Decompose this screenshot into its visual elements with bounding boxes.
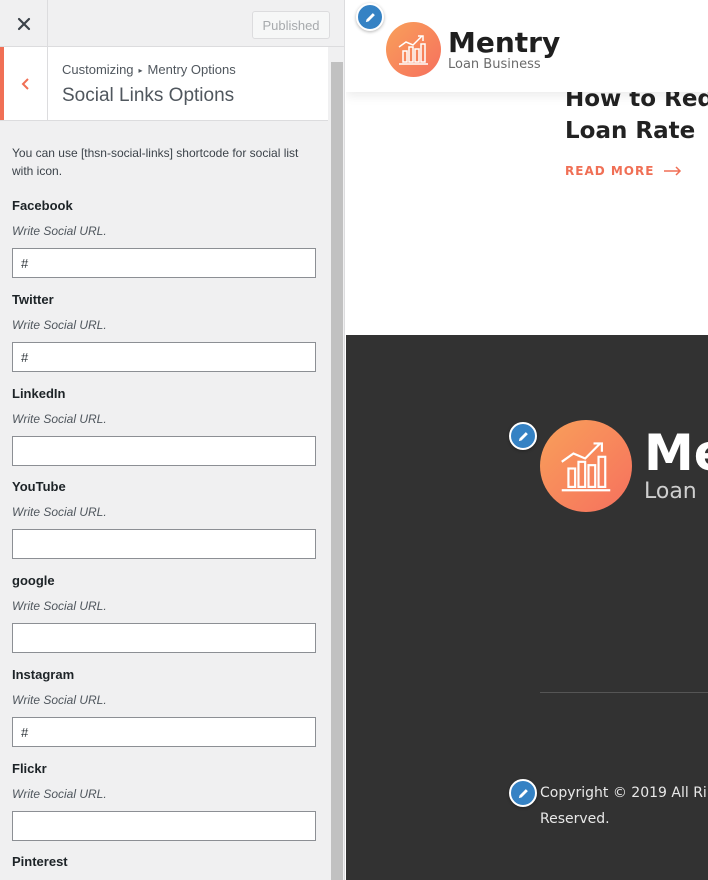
- copyright-text: Copyright © 2019 All Ri Reserved.: [540, 785, 707, 827]
- scrollbar-thumb[interactable]: [331, 62, 343, 880]
- control-pinterest: Pinterest: [12, 854, 316, 872]
- read-more-label: READ MORE: [565, 164, 655, 178]
- flickr-url-input[interactable]: [12, 811, 316, 841]
- post-title[interactable]: How to Red Loan Rate: [565, 83, 708, 147]
- edit-shortcut-footer-logo-button[interactable]: [509, 422, 537, 450]
- youtube-label: YouTube: [12, 479, 66, 494]
- facebook-label: Facebook: [12, 198, 73, 213]
- read-more-link[interactable]: READ MORE: [565, 164, 682, 178]
- chart-growth-icon: [561, 442, 611, 492]
- breadcrumb-arrow-icon: ▸: [138, 66, 143, 75]
- breadcrumb-parent: Mentry Options: [147, 62, 236, 77]
- site-header: Mentry Loan Business: [346, 0, 708, 92]
- control-flickr: Flickr Write Social URL.: [12, 761, 316, 841]
- control-twitter: Twitter Write Social URL.: [12, 292, 316, 372]
- pencil-icon: [365, 12, 375, 22]
- facebook-url-input[interactable]: [12, 248, 316, 278]
- footer-logo-name[interactable]: Me: [644, 424, 708, 482]
- instagram-hint: Write Social URL.: [12, 693, 107, 707]
- breadcrumb-root: Customizing: [62, 62, 134, 77]
- customizer-sidebar: Published Customizing ▸ Mentry Options Soc…: [0, 0, 345, 880]
- footer-logo-mark[interactable]: [540, 420, 632, 512]
- facebook-hint: Write Social URL.: [12, 224, 107, 238]
- linkedin-label: LinkedIn: [12, 386, 66, 401]
- logo-name[interactable]: Mentry: [448, 26, 560, 59]
- flickr-hint: Write Social URL.: [12, 787, 107, 801]
- pinterest-label: Pinterest: [12, 854, 68, 869]
- google-hint: Write Social URL.: [12, 599, 107, 613]
- twitter-label: Twitter: [12, 292, 54, 307]
- publish-button[interactable]: Published: [252, 11, 330, 39]
- control-google: google Write Social URL.: [12, 573, 316, 653]
- google-url-input[interactable]: [12, 623, 316, 653]
- linkedin-url-input[interactable]: [12, 436, 316, 466]
- youtube-hint: Write Social URL.: [12, 505, 107, 519]
- controls-panel: You can use [thsn-social-links] shortcod…: [12, 144, 316, 200]
- pencil-icon: [518, 431, 528, 441]
- logo-tagline: Loan Business: [448, 57, 541, 72]
- breadcrumb: Customizing ▸ Mentry Options: [62, 62, 236, 77]
- edit-shortcut-copyright-button[interactable]: [509, 779, 537, 807]
- section-header: Customizing ▸ Mentry Options Social Links …: [0, 47, 328, 121]
- instagram-url-input[interactable]: [12, 717, 316, 747]
- back-button[interactable]: [0, 47, 48, 120]
- twitter-hint: Write Social URL.: [12, 318, 107, 332]
- customizer-topbar: Published: [0, 0, 344, 47]
- pencil-icon: [518, 788, 528, 798]
- linkedin-hint: Write Social URL.: [12, 412, 107, 426]
- close-icon: [17, 17, 30, 30]
- youtube-url-input[interactable]: [12, 529, 316, 559]
- chart-growth-icon: [398, 35, 428, 65]
- footer-logo-tagline: Loan: [644, 479, 697, 504]
- google-label: google: [12, 573, 55, 588]
- edit-shortcut-logo-button[interactable]: [356, 3, 384, 31]
- section-title: Social Links Options: [62, 85, 235, 106]
- close-customizer-button[interactable]: [0, 0, 48, 47]
- instagram-label: Instagram: [12, 667, 75, 682]
- logo-mark[interactable]: [386, 22, 441, 77]
- section-description: You can use [thsn-social-links] shortcod…: [12, 146, 299, 178]
- arrow-right-icon: [664, 166, 682, 176]
- control-instagram: Instagram Write Social URL.: [12, 667, 316, 747]
- site-footer: Me Loan Copyright © 2019 All Ri Reserved…: [346, 335, 708, 880]
- site-preview: Mentry Loan Business How to Red Loan Rat…: [346, 0, 708, 880]
- control-facebook: Facebook Write Social URL.: [12, 198, 316, 278]
- flickr-label: Flickr: [12, 761, 47, 776]
- control-youtube: YouTube Write Social URL.: [12, 479, 316, 559]
- control-linkedin: LinkedIn Write Social URL.: [12, 386, 316, 466]
- twitter-url-input[interactable]: [12, 342, 316, 372]
- footer-divider: [540, 692, 708, 693]
- chevron-left-icon: [21, 77, 29, 90]
